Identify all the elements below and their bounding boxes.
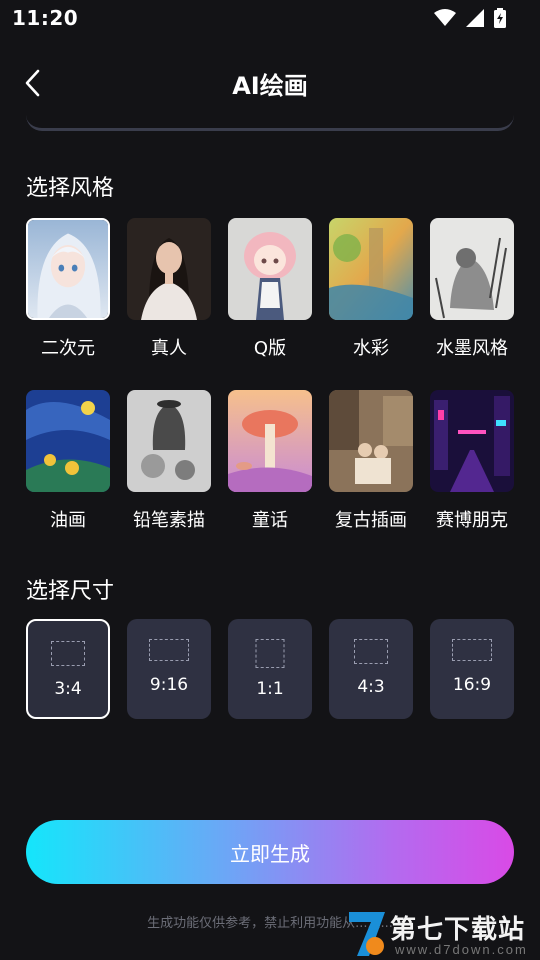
style-thumbnail-anime bbox=[26, 218, 110, 320]
style-label: 铅笔素描 bbox=[133, 510, 205, 531]
watermark-site-url: www.d7down.com bbox=[395, 942, 528, 957]
aspect-ratio-icon bbox=[452, 639, 492, 661]
style-option-ink-wash[interactable]: 水墨风格 bbox=[430, 218, 514, 360]
style-label: 油画 bbox=[50, 510, 86, 531]
style-label: Q版 bbox=[253, 338, 287, 359]
style-thumbnail-retro-illustration bbox=[329, 390, 413, 492]
generate-button-label: 立即生成 bbox=[230, 841, 310, 866]
style-thumbnail-ink-wash bbox=[430, 218, 514, 320]
style-label: 水墨风格 bbox=[436, 338, 508, 359]
size-option-3-4[interactable]: 3:4 bbox=[26, 619, 110, 719]
size-section-title: 选择尺寸 bbox=[26, 579, 115, 604]
status-bar: 11:20 bbox=[0, 0, 540, 36]
style-option-fairy-tale[interactable]: 童话 bbox=[228, 390, 312, 532]
style-option-anime[interactable]: 二次元 bbox=[26, 218, 110, 360]
size-label: 16:9 bbox=[452, 675, 492, 695]
style-label: 复古插画 bbox=[335, 510, 407, 531]
page-title: AI绘画 bbox=[232, 72, 308, 100]
watermark-logo-icon bbox=[349, 912, 385, 956]
size-option-1-1[interactable]: 1:1 bbox=[228, 619, 312, 719]
size-option-9-16[interactable]: 9:16 bbox=[127, 619, 211, 719]
style-option-pencil-sketch[interactable]: 铅笔素描 bbox=[127, 390, 211, 532]
style-thumbnail-fairy-tale bbox=[228, 390, 312, 492]
cellular-signal-icon bbox=[466, 9, 484, 27]
style-thumbnail-watercolor bbox=[329, 218, 413, 320]
style-label: 二次元 bbox=[41, 338, 95, 359]
style-option-chibi[interactable]: Q版 bbox=[228, 218, 312, 360]
wifi-icon bbox=[434, 9, 456, 27]
style-thumbnail-cyberpunk bbox=[430, 390, 514, 492]
watermark-site-name: 第七下载站 bbox=[390, 915, 526, 945]
aspect-ratio-icon bbox=[354, 639, 388, 664]
size-options: 3:4 9:16 1:1 4:3 16:9 bbox=[26, 619, 514, 719]
size-option-16-9[interactable]: 16:9 bbox=[430, 619, 514, 719]
style-option-retro-illustration[interactable]: 复古插画 bbox=[329, 390, 413, 532]
size-label: 1:1 bbox=[256, 679, 284, 699]
style-label: 真人 bbox=[151, 338, 187, 359]
style-option-realistic[interactable]: 真人 bbox=[127, 218, 211, 360]
style-thumbnail-chibi bbox=[228, 218, 312, 320]
size-label: 9:16 bbox=[149, 675, 189, 695]
site-watermark: 第七下载站 www.d7down.com bbox=[345, 908, 535, 960]
style-label: 童话 bbox=[252, 510, 288, 531]
size-label: 3:4 bbox=[54, 679, 82, 699]
style-grid-row-2: 油画 铅笔素描 童话 复古插画 赛博朋克 bbox=[26, 390, 514, 532]
style-grid-row-1: 二次元 真人 Q版 水彩 水墨风格 bbox=[26, 218, 514, 360]
aspect-ratio-icon bbox=[149, 639, 189, 661]
prompt-input-area[interactable] bbox=[26, 98, 514, 131]
battery-charging-icon bbox=[494, 8, 506, 28]
status-time: 11:20 bbox=[12, 6, 79, 30]
aspect-ratio-icon bbox=[255, 639, 285, 668]
style-option-watercolor[interactable]: 水彩 bbox=[329, 218, 413, 360]
aspect-ratio-icon bbox=[51, 641, 85, 666]
style-option-oil-painting[interactable]: 油画 bbox=[26, 390, 110, 532]
size-label: 4:3 bbox=[357, 677, 385, 697]
style-thumbnail-oil-painting bbox=[26, 390, 110, 492]
style-thumbnail-pencil-sketch bbox=[127, 390, 211, 492]
generate-button[interactable]: 立即生成 bbox=[26, 820, 514, 884]
style-label: 水彩 bbox=[353, 338, 389, 359]
size-option-4-3[interactable]: 4:3 bbox=[329, 619, 413, 719]
style-option-cyberpunk[interactable]: 赛博朋克 bbox=[430, 390, 514, 532]
style-section-title: 选择风格 bbox=[26, 176, 115, 201]
style-label: 赛博朋克 bbox=[436, 510, 508, 531]
style-thumbnail-realistic bbox=[127, 218, 211, 320]
status-icons bbox=[434, 8, 506, 28]
